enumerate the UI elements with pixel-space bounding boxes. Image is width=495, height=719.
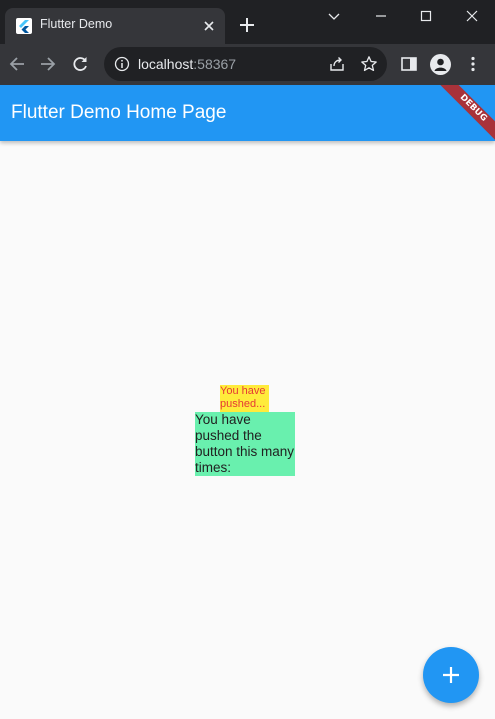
close-window-icon[interactable] — [464, 8, 480, 24]
forward-arrow-icon[interactable] — [38, 54, 58, 74]
url-host: localhost — [138, 56, 194, 72]
more-menu-icon[interactable] — [463, 54, 483, 74]
flutter-logo-icon — [16, 18, 32, 34]
side-panel-icon[interactable] — [399, 54, 419, 74]
url-text[interactable]: localhost:58367 — [138, 56, 236, 72]
browser-toolbar: localhost:58367 — [0, 44, 495, 85]
share-icon[interactable] — [328, 55, 346, 73]
flutter-app: Flutter Demo Home Page DEBUG You have pu… — [0, 85, 495, 719]
close-tab-icon[interactable] — [202, 19, 216, 33]
person-icon — [434, 58, 447, 71]
new-tab-icon[interactable] — [239, 17, 255, 33]
browser-tab-strip: Flutter Demo — [0, 0, 495, 44]
profile-avatar[interactable] — [430, 54, 451, 75]
app-bar: Flutter Demo Home Page — [0, 85, 495, 141]
maximize-icon[interactable] — [418, 8, 434, 24]
minimize-icon[interactable] — [373, 8, 389, 24]
tab-search-chevron-icon[interactable] — [326, 8, 342, 24]
counter-label-box: You have pushed the button this many tim… — [195, 412, 295, 476]
truncated-text-box: You have pushed... — [220, 385, 269, 412]
back-arrow-icon[interactable] — [7, 54, 27, 74]
tab-title: Flutter Demo — [40, 17, 113, 31]
site-info-icon[interactable] — [114, 56, 130, 72]
browser-tab[interactable]: Flutter Demo — [5, 8, 225, 44]
page-title: Flutter Demo Home Page — [11, 102, 227, 123]
increment-button[interactable] — [423, 647, 479, 703]
address-bar[interactable]: localhost:58367 — [104, 47, 387, 81]
reload-icon[interactable] — [70, 54, 90, 74]
bookmark-star-icon[interactable] — [360, 55, 378, 73]
url-port: :58367 — [193, 56, 237, 72]
plus-icon — [443, 667, 459, 683]
